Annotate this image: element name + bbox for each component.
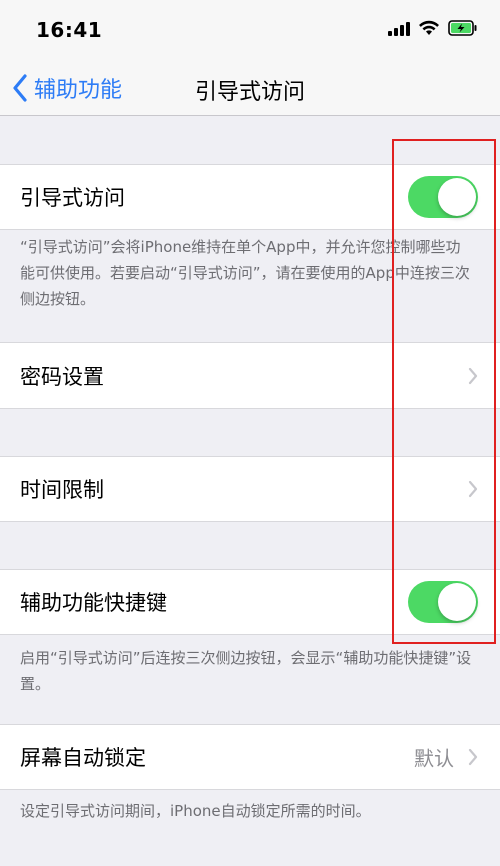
navigation-bar: 辅助功能 引导式访问 — [0, 62, 500, 116]
chevron-right-icon — [468, 748, 478, 766]
accessibility-shortcut-label: 辅助功能快捷键 — [20, 591, 167, 615]
accessibility-shortcut-footer: 启用“引导式访问”后连按三次侧边按钮，会显示“辅助功能快捷键”设置。 — [20, 649, 472, 693]
guided-access-toggle[interactable] — [408, 176, 478, 218]
guided-access-footer: “引导式访问”会将iPhone维持在单个App中，并允许您控制哪些功能可供使用。… — [20, 238, 470, 308]
battery-charging-icon — [448, 20, 477, 36]
toggle-knob — [438, 178, 476, 216]
auto-lock-footer: 设定引导式访问期间，iPhone自动锁定所需的时间。 — [20, 802, 371, 820]
accessibility-shortcut-toggle[interactable] — [408, 581, 478, 623]
wifi-icon — [419, 20, 439, 35]
status-bar: 16:41 — [0, 0, 500, 62]
auto-lock-value: 默认 — [414, 746, 454, 771]
passcode-settings-row[interactable]: 密码设置 — [0, 342, 500, 409]
status-time: 16:41 — [36, 18, 103, 42]
time-limits-row[interactable]: 时间限制 — [0, 456, 500, 522]
auto-lock-row[interactable]: 屏幕自动锁定 默认 — [0, 724, 500, 790]
chevron-right-icon — [468, 367, 478, 384]
auto-lock-label: 屏幕自动锁定 — [20, 746, 146, 770]
page-title: 引导式访问 — [194, 80, 305, 105]
guided-access-label: 引导式访问 — [20, 186, 125, 210]
status-icons — [388, 20, 478, 36]
toggle-knob — [438, 583, 476, 621]
chevron-right-icon — [468, 480, 478, 498]
guided-access-row: 引导式访问 — [0, 164, 500, 230]
accessibility-shortcut-row: 辅助功能快捷键 — [0, 569, 500, 635]
time-limits-label: 时间限制 — [20, 478, 104, 502]
passcode-settings-label: 密码设置 — [20, 364, 104, 389]
cellular-signal-icon — [388, 20, 410, 36]
